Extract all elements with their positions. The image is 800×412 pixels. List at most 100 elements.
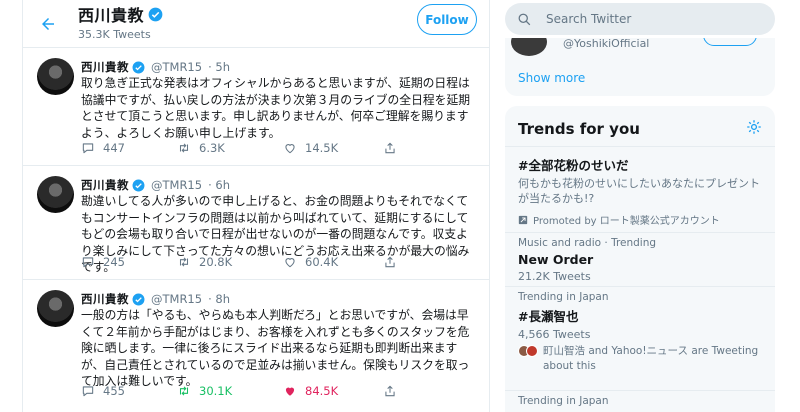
heart-icon: [285, 258, 295, 268]
suggested-handle[interactable]: @YoshikiOfficial: [563, 38, 649, 50]
search-bar[interactable]: [505, 3, 775, 35]
reply-count: 245: [103, 255, 125, 269]
like-button[interactable]: 60.4K: [283, 255, 383, 269]
verified-badge-icon: [132, 61, 145, 73]
tweet-header: 西川貴教 @TMR15 · 6h: [81, 177, 230, 193]
avatar[interactable]: [37, 176, 74, 213]
trend-meta: Trending in Japan: [518, 291, 609, 303]
retweet-button[interactable]: 20.8K: [177, 255, 283, 269]
follow-button[interactable]: Follow: [417, 4, 477, 35]
trend-name: #長瀬智也: [518, 309, 579, 324]
like-count: 60.4K: [305, 255, 339, 269]
trend-item[interactable]: Music and radio · Trending New Order 21.…: [505, 232, 775, 286]
avatar[interactable]: [37, 58, 74, 95]
gear-icon: [747, 120, 761, 134]
tweet-text: 一般の方は「やるも、やらぬも本人判断だろ」とお思いですが、会場は早くて２年前から…: [81, 308, 470, 388]
avatar[interactable]: [511, 38, 547, 56]
heart-icon: [285, 144, 295, 154]
profile-header: 西川貴教 35.3K Tweets Follow: [23, 0, 489, 48]
trends-settings-button[interactable]: [745, 118, 763, 136]
reply-icon: [82, 386, 94, 397]
reply-icon: [82, 257, 94, 268]
tweet-time[interactable]: · 6h: [208, 178, 230, 192]
reply-button[interactable]: 245: [81, 255, 177, 269]
tweet-text: 取り急ぎ正式な発表はオフィシャルからあると思いますが、延期の日程は協議中ですが、…: [81, 76, 471, 140]
header-text: 西川貴教 35.3K Tweets: [78, 2, 163, 41]
tweet-handle: @TMR15: [151, 60, 203, 74]
like-button[interactable]: 84.5K: [283, 384, 383, 398]
promoted-icon: [518, 215, 528, 224]
like-count: 84.5K: [305, 384, 339, 398]
reply-button[interactable]: 447: [81, 141, 177, 155]
reply-count: 455: [103, 384, 125, 398]
trends-title: Trends for you: [518, 120, 640, 138]
tweet-header: 西川貴教 @TMR15 · 8h: [81, 291, 230, 307]
trend-name: #全部花粉のせいだ: [518, 158, 629, 173]
trend-people: 町山智浩 and Yahoo!ニュース are Tweeting about t…: [518, 344, 762, 374]
share-button[interactable]: [383, 384, 397, 398]
tweet-actions: 447 6.3K 14.5K: [81, 141, 397, 155]
show-more-link[interactable]: Show more: [518, 71, 585, 85]
retweet-count: 6.3K: [199, 141, 225, 155]
verified-badge-icon: [132, 179, 145, 191]
tweeting-avatars: [518, 345, 538, 374]
trend-tweet-count: 4,566 Tweets: [518, 328, 591, 341]
trend-item[interactable]: Trending in Japan #長瀬智也 4,566 Tweets 町山智…: [505, 286, 775, 390]
retweet-icon: [179, 257, 189, 267]
suggested-follow-button[interactable]: [703, 38, 757, 46]
retweet-count: 20.8K: [199, 255, 233, 269]
tweet-handle: @TMR15: [151, 292, 203, 306]
trends-panel: Trends for you #全部花粉のせいだ 何もかも花粉のせいにしたいあな…: [505, 106, 775, 412]
back-arrow-icon: [42, 18, 54, 30]
timeline-column: 西川貴教 35.3K Tweets Follow 西川貴教 @TMR15 · 5…: [22, 0, 490, 412]
verified-badge-icon: [132, 293, 145, 305]
trend-description: 何もかも花粉のせいにしたいあなたにプレゼントが当たるかも!?: [518, 177, 760, 205]
profile-name: 西川貴教: [78, 6, 145, 25]
share-icon: [385, 256, 395, 268]
retweet-button[interactable]: 30.1K: [177, 384, 283, 398]
tweet-header: 西川貴教 @TMR15 · 5h: [81, 59, 230, 75]
search-icon: [518, 13, 531, 25]
reply-count: 447: [103, 141, 125, 155]
search-input[interactable]: [546, 12, 746, 26]
retweet-icon: [179, 386, 189, 396]
trend-item[interactable]: #全部花粉のせいだ 何もかも花粉のせいにしたいあなたにプレゼントが当たるかも!?…: [505, 146, 775, 232]
tweet-author-name[interactable]: 西川貴教: [81, 177, 129, 193]
trend-meta: Trending in Japan: [518, 395, 609, 407]
verified-badge-icon: [148, 7, 163, 21]
share-icon: [385, 142, 395, 154]
tweet[interactable]: 西川貴教 @TMR15 · 6h 勘違いしてる人が多いので申し上げると、お金の問…: [23, 166, 489, 280]
like-button[interactable]: 14.5K: [283, 141, 383, 155]
tweet-time[interactable]: · 5h: [208, 60, 230, 74]
tweet[interactable]: 西川貴教 @TMR15 · 8h 一般の方は「やるも、やらぬも本人判断だろ」とお…: [23, 280, 489, 412]
heart-icon: [285, 387, 295, 396]
trend-tweet-count: 21.2K Tweets: [518, 270, 591, 283]
tweet-count: 35.3K Tweets: [78, 28, 151, 41]
avatar[interactable]: [37, 290, 74, 327]
reply-button[interactable]: 455: [81, 384, 177, 398]
tweet-time[interactable]: · 8h: [208, 292, 230, 306]
tweet-actions: 245 20.8K 60.4K: [81, 255, 397, 269]
share-button[interactable]: [383, 141, 397, 155]
trend-people-text: 町山智浩 and Yahoo!ニュース are Tweeting about t…: [543, 345, 759, 372]
trend-name: New Order: [518, 252, 594, 267]
tweet-handle: @TMR15: [151, 178, 203, 192]
like-count: 14.5K: [305, 141, 339, 155]
share-icon: [385, 385, 395, 397]
trend-item[interactable]: Trending in Japan: [505, 390, 775, 412]
tweet-author-name[interactable]: 西川貴教: [81, 59, 129, 75]
tweet-actions: 455 30.1K 84.5K: [81, 384, 397, 398]
retweet-count: 30.1K: [199, 384, 233, 398]
retweet-button[interactable]: 6.3K: [177, 141, 283, 155]
back-button[interactable]: [33, 9, 63, 39]
reply-icon: [82, 143, 94, 154]
trend-meta: Music and radio · Trending: [518, 237, 657, 249]
tweet[interactable]: 西川貴教 @TMR15 · 5h 取り急ぎ正式な発表はオフィシャルからあると思い…: [23, 48, 489, 166]
tweet-author-name[interactable]: 西川貴教: [81, 291, 129, 307]
avatar: [526, 345, 538, 357]
sidebar: @YoshikiOfficial Show more Trends for yo…: [505, 0, 775, 412]
promoted-text: Promoted by ロート製薬公式アカウント: [533, 216, 720, 227]
promoted-label: Promoted by ロート製薬公式アカウント: [518, 212, 762, 227]
who-to-follow-card: @YoshikiOfficial Show more: [505, 38, 775, 96]
share-button[interactable]: [383, 255, 397, 269]
